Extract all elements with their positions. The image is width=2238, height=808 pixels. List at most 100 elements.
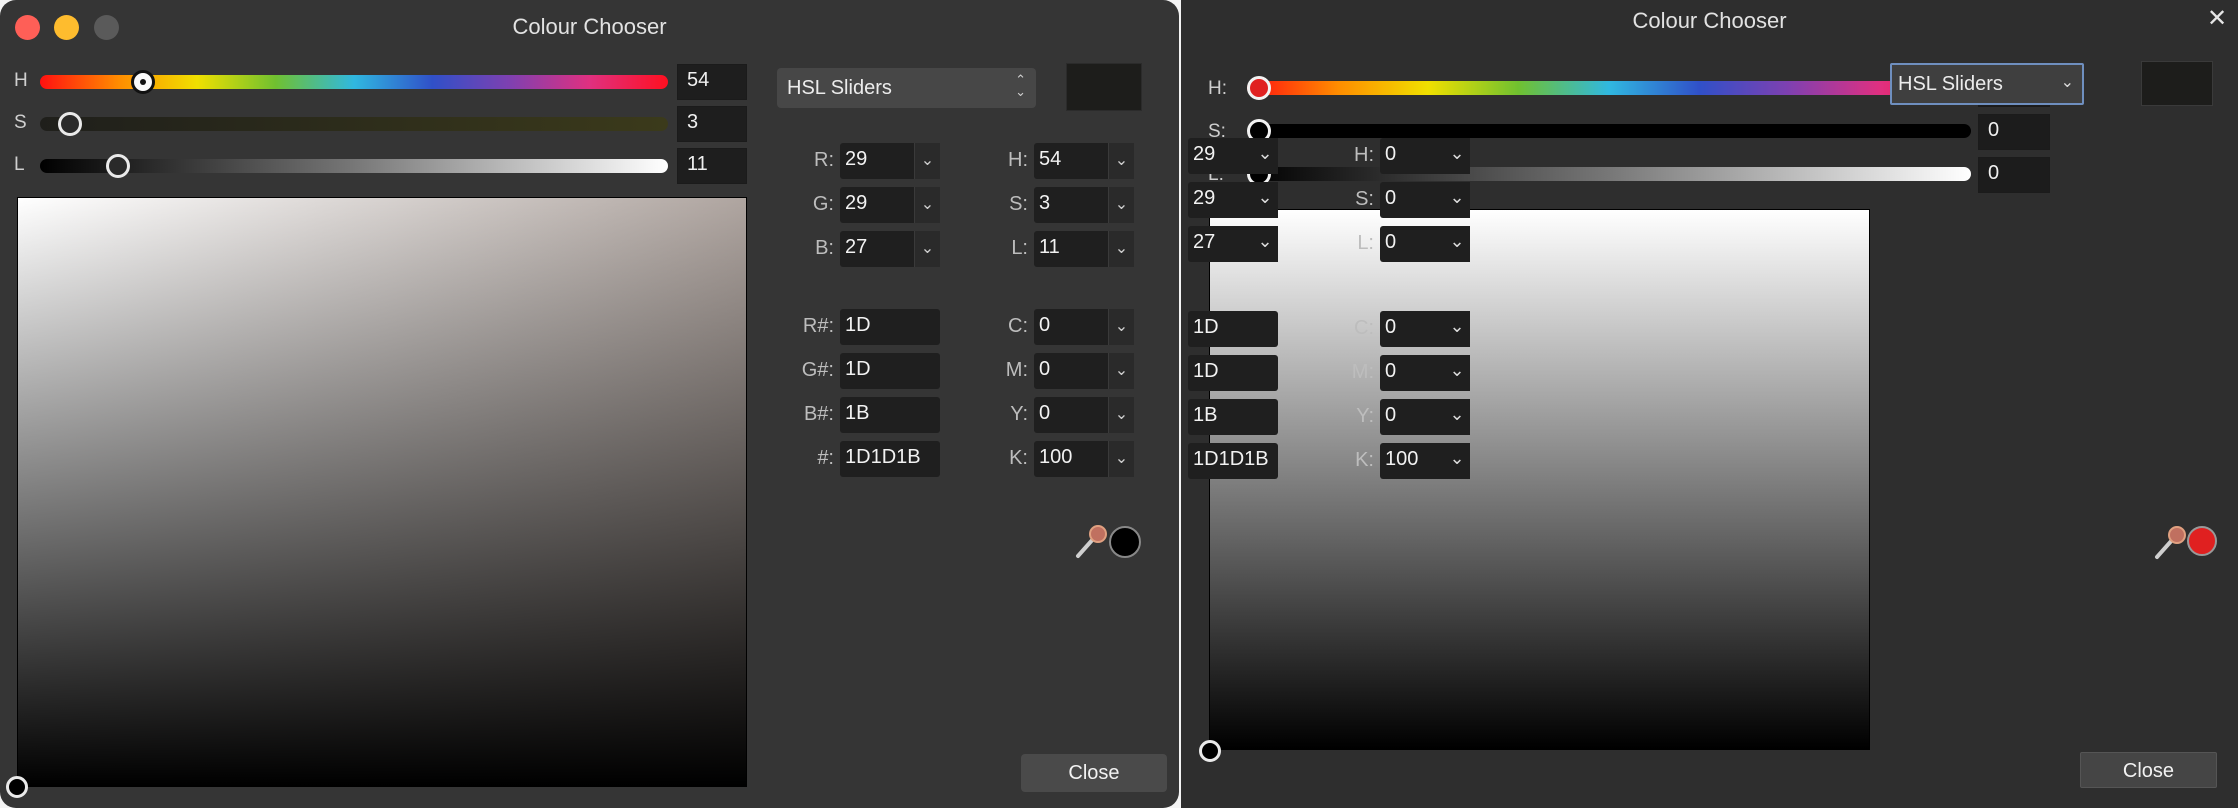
win-cmyk-2-field[interactable]: 0 ⌄ xyxy=(1380,399,1470,435)
color-picker-icon[interactable] xyxy=(2151,523,2189,561)
win-hex-1-field[interactable]: 1D xyxy=(1188,355,1278,391)
saturation-slider-track[interactable] xyxy=(1247,119,1971,143)
chevron-down-icon[interactable]: ⌄ xyxy=(1108,397,1134,433)
colour-field-cursor[interactable] xyxy=(1199,740,1221,762)
colour-field[interactable] xyxy=(1209,209,1870,750)
window-title: Colour Chooser xyxy=(512,14,667,39)
mac-rgb-1-field[interactable]: 29 ⌄ xyxy=(840,187,940,223)
win-hex-0-field[interactable]: 1D xyxy=(1188,311,1278,347)
win-rgb-0-field[interactable]: 29 ⌄ xyxy=(1188,138,1278,174)
mac-hex-0-field[interactable]: 1D xyxy=(840,309,940,345)
chevron-down-icon[interactable]: ⌄ xyxy=(1108,441,1134,477)
win-hsl-1-field[interactable]: 0 ⌄ xyxy=(1380,182,1470,218)
win-hex-2-value: 1B xyxy=(1193,404,1218,426)
mode-dropdown[interactable]: HSL Sliders ⌃ ⌄ xyxy=(777,68,1036,108)
mac-cmyk-2-field[interactable]: 0 ⌄ xyxy=(1034,397,1134,433)
chevron-down-icon[interactable]: ⌄ xyxy=(914,231,940,267)
lightness-slider-track[interactable] xyxy=(1247,162,1971,186)
mac-hex-3-field[interactable]: 1D1D1B xyxy=(840,441,940,477)
chevron-down-icon[interactable]: ⌄ xyxy=(1252,138,1278,174)
win-hex-2-field[interactable]: 1B xyxy=(1188,399,1278,435)
up-down-arrows-icon: ⌃ ⌄ xyxy=(1015,72,1026,99)
chevron-down-icon[interactable]: ⌄ xyxy=(1444,182,1470,218)
chevron-down-icon[interactable]: ⌄ xyxy=(1444,443,1470,479)
mac-hex-2-field[interactable]: 1B xyxy=(840,397,940,433)
close-button[interactable]: Close xyxy=(1021,754,1167,792)
saturation-slider-thumb[interactable] xyxy=(58,112,83,136)
mac-hsl-0-label: H: xyxy=(1008,149,1028,171)
lightness-value-field[interactable]: 0 xyxy=(1978,157,2050,193)
mac-hsl-2-field[interactable]: 11 ⌄ xyxy=(1034,231,1134,267)
win-cmyk-0-value: 0 xyxy=(1385,316,1397,338)
chevron-down-icon[interactable]: ⌄ xyxy=(1444,311,1470,347)
mac-cmyk-1-field[interactable]: 0 ⌄ xyxy=(1034,353,1134,389)
mac-cmyk-3-field[interactable]: 100 ⌄ xyxy=(1034,441,1134,477)
hue-slider-label: H xyxy=(14,70,28,91)
chevron-down-icon[interactable]: ⌄ xyxy=(1444,226,1470,262)
win-cmyk-3-field[interactable]: 100 ⌄ xyxy=(1380,443,1470,479)
hue-slider-track[interactable] xyxy=(1247,76,1971,100)
lightness-slider-thumb[interactable] xyxy=(106,154,131,178)
mac-cmyk-1-value: 0 xyxy=(1039,358,1051,380)
mac-hex-3-label: #: xyxy=(817,447,834,469)
win-rgb-2-field[interactable]: 27 ⌄ xyxy=(1188,226,1278,262)
close-button[interactable]: Close xyxy=(2080,752,2217,788)
chevron-down-icon[interactable]: ⌄ xyxy=(914,187,940,223)
hue-value-field[interactable]: 54 xyxy=(677,64,747,100)
win-rgb-0-label: R: xyxy=(1181,144,1182,167)
hue-slider-track[interactable] xyxy=(40,70,668,94)
close-icon[interactable]: ✕ xyxy=(2207,4,2227,33)
colour-field[interactable] xyxy=(17,197,747,787)
mac-rgb-0-value: 29 xyxy=(845,148,868,170)
chevron-down-icon[interactable]: ⌄ xyxy=(1108,231,1134,267)
win-hsl-0-field[interactable]: 0 ⌄ xyxy=(1380,138,1470,174)
saturation-slider-label: S xyxy=(14,112,27,133)
mac-hsl-1-label: S: xyxy=(1009,193,1028,215)
mode-dropdown-value: HSL Sliders xyxy=(787,77,892,99)
lightness-slider-track[interactable] xyxy=(40,154,668,178)
chevron-down-icon[interactable]: ⌄ xyxy=(1108,353,1134,389)
win-cmyk-0-field[interactable]: 0 ⌄ xyxy=(1380,311,1470,347)
mac-hex-1-field[interactable]: 1D xyxy=(840,353,940,389)
mac-rgb-0-field[interactable]: 29 ⌄ xyxy=(840,143,940,179)
chevron-down-icon[interactable]: ⌄ xyxy=(1108,309,1134,345)
saturation-slider-track[interactable] xyxy=(40,112,668,136)
win-hex-0-value: 1D xyxy=(1193,316,1219,338)
hue-slider-label: H: xyxy=(1208,78,1227,99)
win-cmyk-1-label: M: xyxy=(1351,361,1374,383)
chevron-down-icon[interactable]: ⌄ xyxy=(1252,182,1278,218)
chevron-down-icon[interactable]: ⌄ xyxy=(1444,138,1470,174)
mac-rgb-1-value: 29 xyxy=(845,192,868,214)
win-cmyk-2-value: 0 xyxy=(1385,404,1397,426)
win-hsl-2-field[interactable]: 0 ⌄ xyxy=(1380,226,1470,262)
saturation-value-field[interactable]: 0 xyxy=(1978,114,2050,150)
win-rgb-2-label: B: xyxy=(1181,232,1182,255)
chevron-down-icon[interactable]: ⌄ xyxy=(914,143,940,179)
mac-hsl-1-field[interactable]: 3 ⌄ xyxy=(1034,187,1134,223)
win-hex-1-label: G#: xyxy=(1181,361,1182,384)
mac-cmyk-2-label: Y: xyxy=(1010,403,1028,425)
mac-hex-0-label: R#: xyxy=(802,315,834,337)
chevron-down-icon[interactable]: ⌄ xyxy=(1444,399,1470,435)
chevron-down-icon[interactable]: ⌄ xyxy=(1252,226,1278,262)
mode-dropdown[interactable]: HSL Sliders ⌄ xyxy=(1890,63,2084,105)
win-hex-3-field[interactable]: 1D1D1B xyxy=(1188,443,1278,479)
colour-field-cursor[interactable] xyxy=(6,776,28,798)
mac-cmyk-0-field[interactable]: 0 ⌄ xyxy=(1034,309,1134,345)
win-hsl-0-value: 0 xyxy=(1385,143,1397,165)
chevron-down-icon[interactable]: ⌄ xyxy=(1108,143,1134,179)
mac-hsl-0-field[interactable]: 54 ⌄ xyxy=(1034,143,1134,179)
lightness-value-field[interactable]: 11 xyxy=(677,148,747,184)
hue-slider-thumb[interactable] xyxy=(1247,76,1271,100)
hue-slider-thumb[interactable] xyxy=(130,70,155,94)
saturation-value-field[interactable]: 3 xyxy=(677,106,747,142)
mac-rgb-2-field[interactable]: 27 ⌄ xyxy=(840,231,940,267)
win-rgb-1-label: G: xyxy=(1181,188,1182,211)
chevron-down-icon[interactable]: ⌄ xyxy=(1108,187,1134,223)
win-cmyk-1-field[interactable]: 0 ⌄ xyxy=(1380,355,1470,391)
win-rgb-1-field[interactable]: 29 ⌄ xyxy=(1188,182,1278,218)
color-picker-icon[interactable] xyxy=(1072,522,1110,560)
chevron-down-icon[interactable]: ⌄ xyxy=(1444,355,1470,391)
mac-hex-1-label: G#: xyxy=(801,359,834,381)
win-hsl-2-label: L: xyxy=(1357,232,1374,254)
